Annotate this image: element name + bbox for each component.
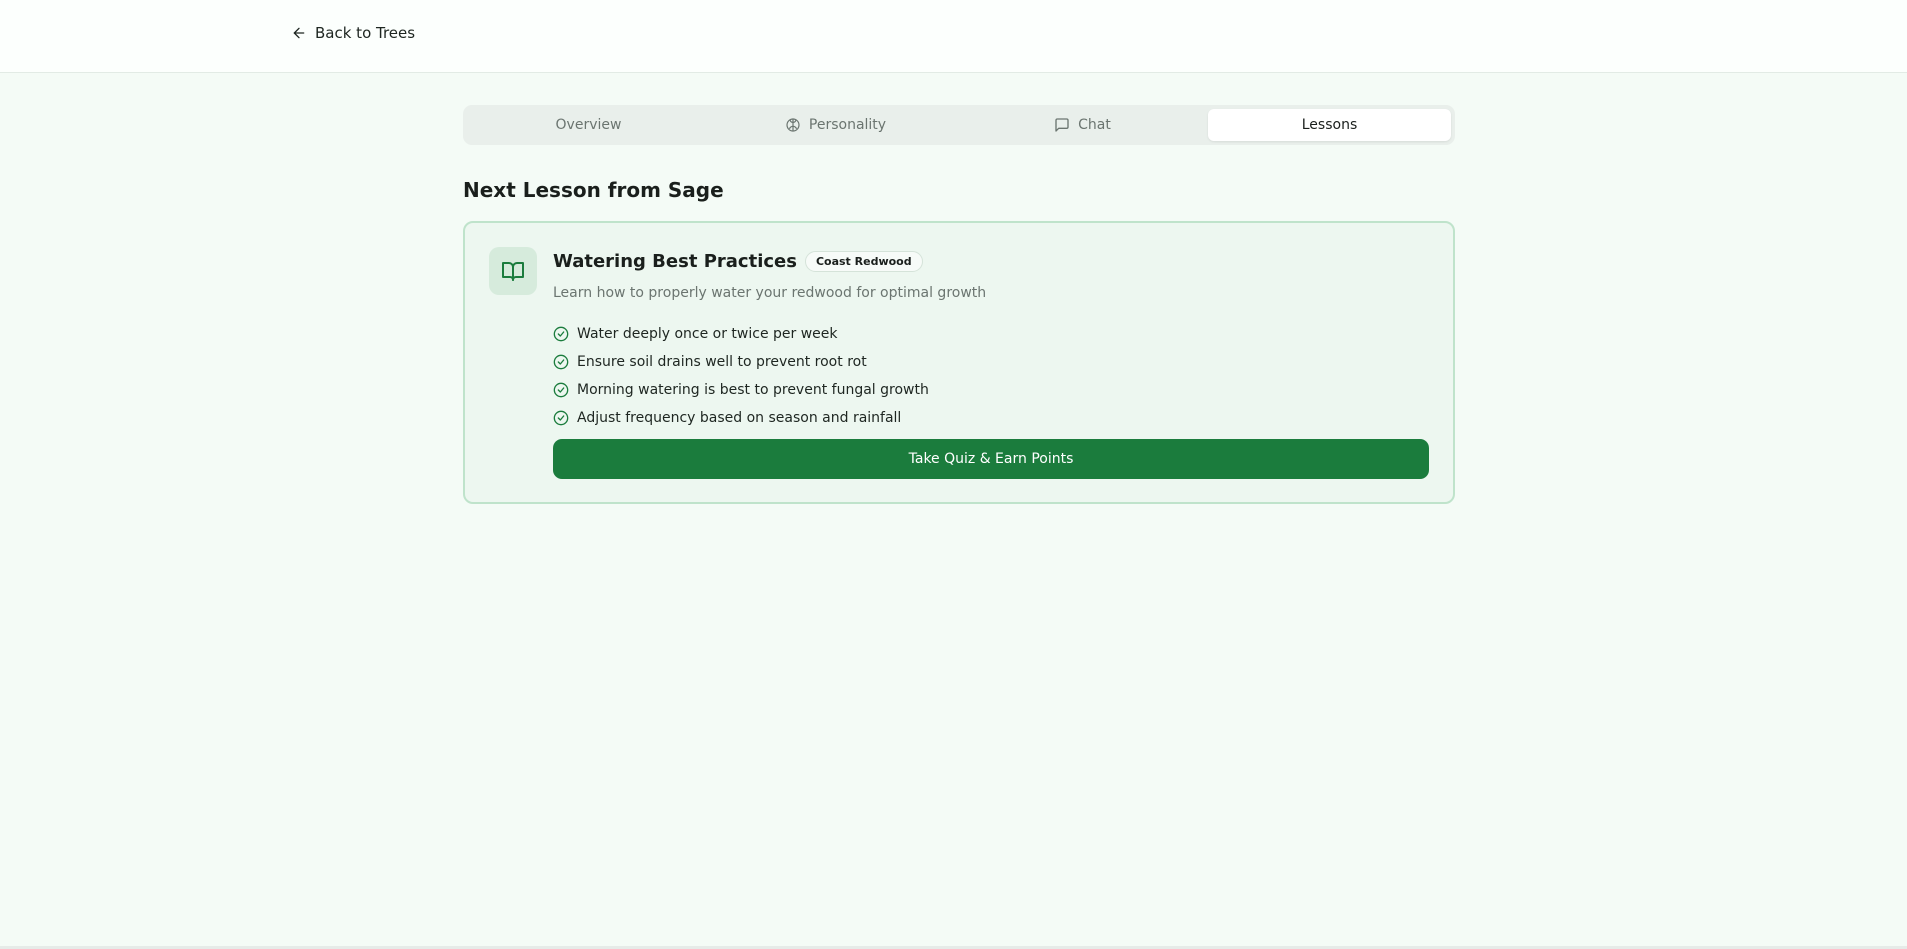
brain-icon bbox=[786, 118, 800, 132]
tab-personality-label: Personality bbox=[808, 117, 887, 133]
chat-bubble-icon bbox=[1055, 118, 1069, 132]
section-title: Next Lesson from Sage bbox=[463, 178, 724, 202]
point-text: Water deeply once or twice per week bbox=[577, 326, 838, 342]
point-text: Adjust frequency based on season and rai… bbox=[577, 410, 902, 426]
take-quiz-button[interactable]: Take Quiz & Earn Points bbox=[553, 439, 1429, 479]
tab-personality[interactable]: Personality bbox=[714, 109, 957, 141]
check-circle-icon bbox=[553, 354, 569, 370]
lesson-card: Watering Best Practices Coast Redwood Le… bbox=[463, 221, 1455, 504]
tab-lessons[interactable]: Lessons bbox=[1208, 109, 1451, 141]
tab-chat-label: Chat bbox=[1078, 117, 1111, 133]
check-circle-icon bbox=[553, 382, 569, 398]
point-text: Morning watering is best to prevent fung… bbox=[577, 382, 929, 398]
tab-overview-label: Overview bbox=[555, 117, 622, 133]
point-text: Ensure soil drains well to prevent root … bbox=[577, 354, 867, 370]
tab-bar: Overview Personality Chat Lessons bbox=[463, 105, 1455, 145]
check-circle-icon bbox=[553, 410, 569, 426]
top-bar: Back to Trees bbox=[0, 0, 1907, 73]
check-circle-icon bbox=[553, 326, 569, 342]
lesson-description: Learn how to properly water your redwood… bbox=[553, 285, 987, 301]
species-badge: Coast Redwood bbox=[804, 251, 923, 272]
book-open-icon bbox=[502, 262, 524, 281]
list-item: Ensure soil drains well to prevent root … bbox=[553, 348, 929, 376]
back-to-trees-link[interactable]: Back to Trees bbox=[291, 24, 415, 42]
list-item: Water deeply once or twice per week bbox=[553, 320, 929, 348]
tab-lessons-label: Lessons bbox=[1301, 117, 1358, 133]
tab-overview[interactable]: Overview bbox=[467, 109, 710, 141]
lesson-header: Watering Best Practices Coast Redwood bbox=[553, 251, 923, 272]
lesson-title: Watering Best Practices bbox=[553, 251, 797, 272]
tab-chat[interactable]: Chat bbox=[961, 109, 1204, 141]
list-item: Adjust frequency based on season and rai… bbox=[553, 404, 929, 432]
list-item: Morning watering is best to prevent fung… bbox=[553, 376, 929, 404]
lesson-points-list: Water deeply once or twice per week Ensu… bbox=[553, 320, 929, 432]
lesson-icon-tile bbox=[489, 247, 537, 295]
arrow-left-icon bbox=[293, 27, 305, 39]
back-link-label: Back to Trees bbox=[315, 24, 416, 42]
